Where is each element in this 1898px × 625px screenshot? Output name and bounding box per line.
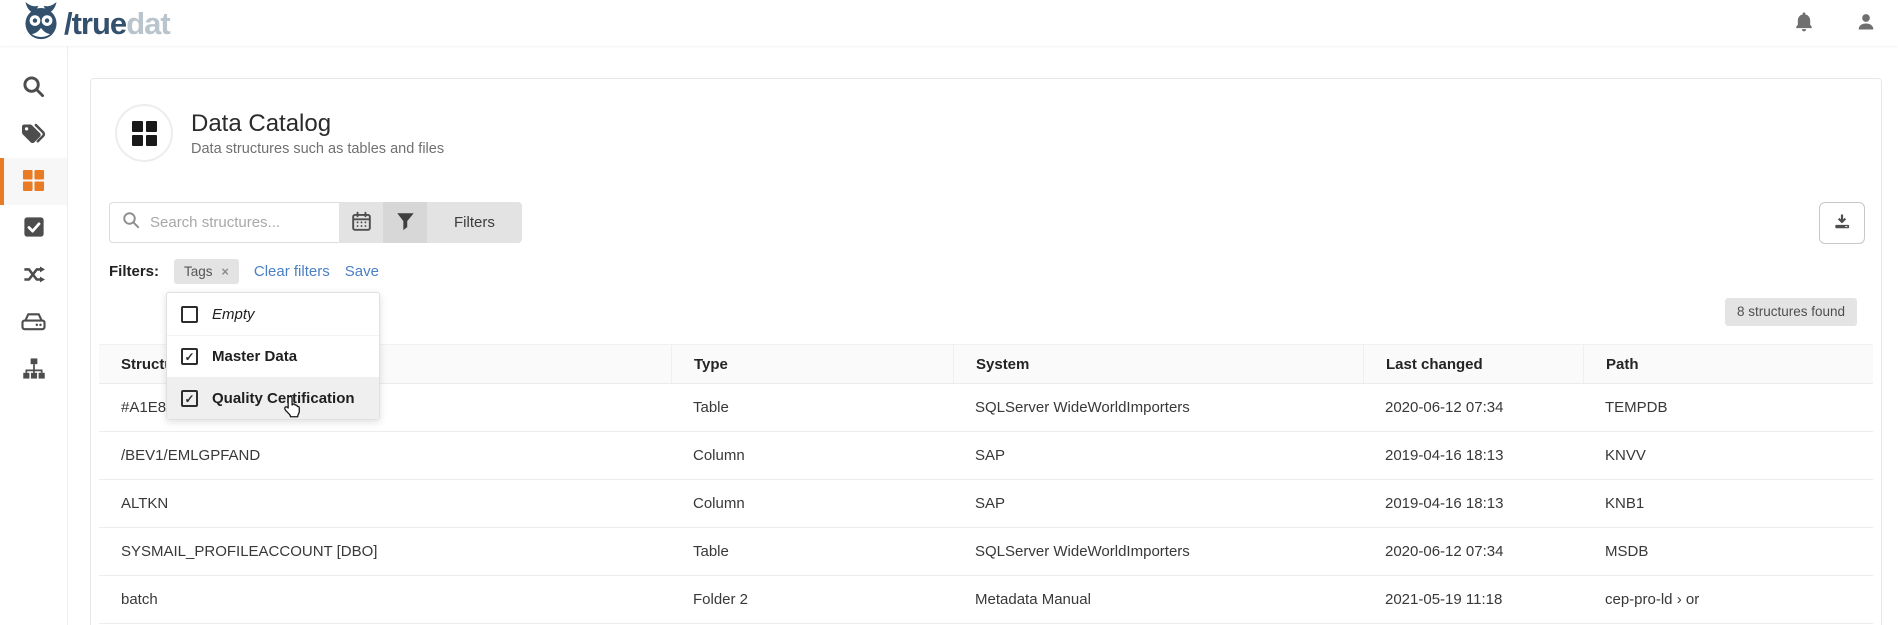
topbar-actions xyxy=(1794,11,1884,36)
column-header-last-changed: Last changed xyxy=(1363,345,1583,383)
checkbox-unchecked[interactable] xyxy=(181,306,198,323)
remove-filter-icon[interactable]: × xyxy=(222,265,229,279)
column-header-type: Type xyxy=(671,345,953,383)
clear-filters-link[interactable]: Clear filters xyxy=(254,263,330,280)
wordmark-secondary: dat xyxy=(126,6,170,41)
dropdown-option-label: Empty xyxy=(212,306,255,323)
column-header-path: Path xyxy=(1583,345,1873,383)
cell-type: Column xyxy=(671,447,953,464)
table-row[interactable]: SYSMAIL_PROFILEACCOUNT [DBO] Table SQLSe… xyxy=(99,528,1873,576)
filter-chip-tags[interactable]: Tags × xyxy=(174,259,239,284)
toolbar: Filters xyxy=(109,202,1865,244)
page-title: Data Catalog xyxy=(191,110,444,138)
search-group: Filters xyxy=(109,202,522,243)
table-row[interactable]: batch Folder 2 Metadata Manual 2021-05-1… xyxy=(99,576,1873,624)
search-icon xyxy=(122,211,140,234)
save-filters-link[interactable]: Save xyxy=(345,263,379,280)
cell-system: SAP xyxy=(953,495,1363,512)
wordmark-primary: /true xyxy=(64,6,126,41)
check-square-icon xyxy=(23,216,45,241)
search-icon xyxy=(22,75,45,101)
filters-button-label: Filters xyxy=(454,214,495,231)
cell-type: Column xyxy=(671,495,953,512)
filter-toggle-button[interactable] xyxy=(383,202,427,243)
cell-path: KNB1 xyxy=(1583,495,1873,512)
sidebar-item-lineage[interactable] xyxy=(0,252,67,299)
cell-system: Metadata Manual xyxy=(953,591,1363,608)
calendar-icon xyxy=(351,211,372,235)
grid-icon xyxy=(22,169,45,195)
funnel-icon xyxy=(396,212,415,234)
download-button[interactable] xyxy=(1819,202,1865,244)
main-content: Data Catalog Data structures such as tab… xyxy=(68,46,1898,625)
sitemap-icon xyxy=(22,357,46,383)
sidebar-item-data-catalog[interactable] xyxy=(0,158,67,205)
search-box xyxy=(109,202,339,243)
dropdown-option-empty[interactable]: Empty xyxy=(167,293,379,335)
cell-system: SAP xyxy=(953,447,1363,464)
cell-type: Table xyxy=(671,543,953,560)
table-row[interactable]: ALTKN Column SAP 2019-04-16 18:13 KNB1 xyxy=(99,480,1873,528)
wordmark: /truedat xyxy=(64,8,170,39)
cell-type: Folder 2 xyxy=(671,591,953,608)
cell-structure: /BEV1/EMLGPFAND xyxy=(99,447,671,464)
page-header: Data Catalog Data structures such as tab… xyxy=(115,104,1881,162)
tags-filter-dropdown: Empty ✓ Master Data ✓ Quality Certificat… xyxy=(166,292,380,420)
data-catalog-card: Data Catalog Data structures such as tab… xyxy=(90,78,1882,625)
sidebar-item-search[interactable] xyxy=(0,64,67,111)
column-header-system: System xyxy=(953,345,1363,383)
user-icon xyxy=(1856,12,1876,35)
shuffle-icon xyxy=(22,263,46,288)
sidebar xyxy=(0,46,68,625)
page-subtitle: Data structures such as tables and files xyxy=(191,141,444,157)
cell-path: TEMPDB xyxy=(1583,399,1873,416)
sidebar-item-quality[interactable] xyxy=(0,205,67,252)
cursor-hand-icon xyxy=(282,395,303,424)
table-row[interactable]: /BEV1/EMLGPFAND Column SAP 2019-04-16 18… xyxy=(99,432,1873,480)
dropdown-option-label: Master Data xyxy=(212,348,297,365)
download-icon xyxy=(1832,212,1852,235)
cell-path: cep-pro-ld › or xyxy=(1583,591,1873,608)
cell-last-changed: 2019-04-16 18:13 xyxy=(1363,447,1583,464)
results-count-badge: 8 structures found xyxy=(1725,298,1857,326)
user-menu-button[interactable] xyxy=(1856,12,1876,35)
checkbox-checked[interactable]: ✓ xyxy=(181,390,198,407)
owl-logo-icon xyxy=(22,1,60,46)
cell-last-changed: 2020-06-12 07:34 xyxy=(1363,399,1583,416)
cell-path: MSDB xyxy=(1583,543,1873,560)
dropdown-option-quality-certification[interactable]: ✓ Quality Certification xyxy=(167,377,379,419)
checkbox-checked[interactable]: ✓ xyxy=(181,348,198,365)
sidebar-item-taxonomy[interactable] xyxy=(0,346,67,393)
cell-structure: ALTKN xyxy=(99,495,671,512)
top-bar: /truedat xyxy=(0,0,1898,46)
filters-button[interactable]: Filters xyxy=(427,202,522,243)
cell-system: SQLServer WideWorldImporters xyxy=(953,543,1363,560)
sidebar-item-tags[interactable] xyxy=(0,111,67,158)
cell-type: Table xyxy=(671,399,953,416)
filters-label: Filters: xyxy=(109,263,159,280)
cell-last-changed: 2020-06-12 07:34 xyxy=(1363,543,1583,560)
search-input[interactable] xyxy=(150,214,327,231)
active-filters-bar: Filters: Tags × Clear filters Save xyxy=(109,259,1881,284)
cell-last-changed: 2019-04-16 18:13 xyxy=(1363,495,1583,512)
filter-chip-label: Tags xyxy=(184,264,213,279)
cell-structure: SYSMAIL_PROFILEACCOUNT [DBO] xyxy=(99,543,671,560)
truedat-logo[interactable]: /truedat xyxy=(22,1,170,46)
tags-icon xyxy=(21,122,46,148)
dropdown-option-master-data[interactable]: ✓ Master Data xyxy=(167,335,379,377)
date-filter-button[interactable] xyxy=(339,202,383,243)
cell-last-changed: 2021-05-19 11:18 xyxy=(1363,591,1583,608)
notifications-button[interactable] xyxy=(1794,11,1814,36)
hard-drive-icon xyxy=(21,310,46,336)
sidebar-item-systems[interactable] xyxy=(0,299,67,346)
cell-path: KNVV xyxy=(1583,447,1873,464)
cell-structure: batch xyxy=(99,591,671,608)
catalog-grid-icon xyxy=(115,104,173,162)
bell-icon xyxy=(1794,11,1814,36)
cell-system: SQLServer WideWorldImporters xyxy=(953,399,1363,416)
